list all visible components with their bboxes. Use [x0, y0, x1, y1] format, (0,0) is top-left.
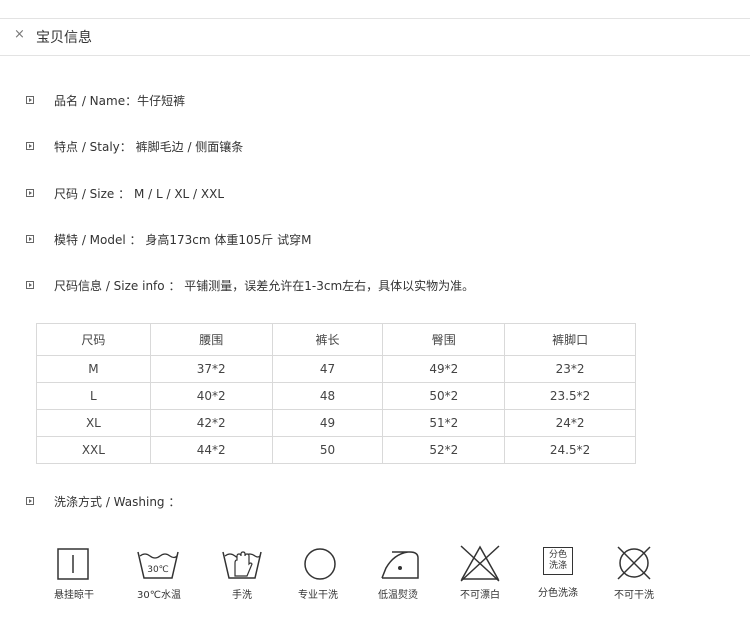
table-header-cell: 裤脚口 [504, 323, 636, 356]
table-cell: 44*2 [149, 436, 273, 464]
table-cell: 47 [271, 355, 384, 383]
wash-label: 专业干洗 [298, 590, 338, 601]
bullet-icon [26, 189, 34, 197]
table-cell: 24.5*2 [504, 436, 636, 464]
table-row: XL 42*2 49 51*2 24*2 [36, 409, 636, 437]
hang-dry-icon [57, 548, 89, 580]
table-header-cell: 裤长 [271, 323, 384, 356]
table-cell: 50*2 [382, 382, 506, 410]
info-label: 特点 / Staly： [54, 140, 132, 154]
low-temp-iron-icon [381, 551, 419, 579]
table-cell: 49 [271, 409, 384, 437]
table-cell: 42*2 [149, 409, 273, 437]
close-icon[interactable]: × [14, 27, 25, 42]
table-cell: 23.5*2 [504, 382, 636, 410]
table-cell: XL [36, 409, 151, 437]
info-value: 身高173cm 体重105斤 试穿M [145, 233, 312, 247]
hand-wash-icon [222, 551, 262, 579]
table-cell: 51*2 [382, 409, 506, 437]
table-cell: 48 [271, 382, 384, 410]
wash-30c-glyph: 30℃ [147, 565, 169, 575]
table-cell: 52*2 [382, 436, 506, 464]
wash-label: 30℃水温 [137, 590, 181, 601]
wash-label: 不可漂白 [460, 590, 500, 601]
no-bleach-icon [460, 545, 500, 582]
no-dry-clean-icon [617, 546, 651, 580]
bullet-icon [26, 235, 34, 243]
info-label: 模特 / Model ： [54, 233, 142, 247]
panel-title: 宝贝信息 [36, 30, 92, 46]
table-cell: 40*2 [149, 382, 273, 410]
table-header-cell: 腰围 [149, 323, 273, 356]
table-cell: 37*2 [149, 355, 273, 383]
wash-label: 悬挂晾干 [54, 590, 94, 601]
bullet-icon [26, 142, 34, 150]
bullet-icon [26, 497, 34, 505]
info-value: 裤脚毛边 / 侧面镶条 [135, 140, 244, 154]
table-header-row: 尺码 腰围 裤长 臀围 裤脚口 [36, 323, 636, 356]
separate-wash-glyph-line1: 分色 [548, 550, 567, 560]
table-cell: L [36, 382, 151, 410]
table-header-cell: 尺码 [36, 323, 151, 356]
info-panel-header: × 宝贝信息 [0, 18, 750, 56]
table-header-cell: 臀围 [382, 323, 506, 356]
bullet-icon [26, 96, 34, 104]
table-row: XXL 44*2 50 52*2 24.5*2 [36, 436, 636, 464]
table-cell: M [36, 355, 151, 383]
washing-label: 洗涤方式 / Washing ： [54, 495, 181, 509]
table-row: M 37*2 47 49*2 23*2 [36, 355, 636, 383]
table-row: L 40*2 48 50*2 23.5*2 [36, 382, 636, 410]
wash-label: 低温熨烫 [378, 590, 418, 601]
table-cell: 50 [271, 436, 384, 464]
separate-wash-glyph-line2: 洗涤 [548, 561, 567, 571]
info-label: 尺码信息 / Size info ： [54, 279, 181, 293]
bullet-icon [26, 281, 34, 289]
table-cell: 23*2 [504, 355, 636, 383]
separate-wash-icon: 分色 洗涤 [543, 547, 573, 575]
wash-30c-icon: 30℃ [137, 551, 179, 579]
table-cell: 49*2 [382, 355, 506, 383]
wash-label: 不可干洗 [614, 590, 654, 601]
wash-label: 分色洗涤 [538, 588, 578, 599]
table-cell: XXL [36, 436, 151, 464]
info-value: M / L / XL / XXL [133, 187, 225, 201]
info-label: 品名 / Name： [54, 94, 138, 108]
info-value: 平铺测量，误差允许在1-3cm左右，具体以实物为准。 [184, 279, 475, 293]
table-cell: 24*2 [504, 409, 636, 437]
info-value: 牛仔短裤 [137, 94, 186, 108]
professional-dry-clean-icon [304, 548, 336, 580]
size-table: 尺码 腰围 裤长 臀围 裤脚口 M 37*2 47 49*2 23*2 L 40… [36, 323, 636, 464]
info-label: 尺码 / Size ： [54, 187, 131, 201]
wash-label: 手洗 [232, 590, 252, 601]
